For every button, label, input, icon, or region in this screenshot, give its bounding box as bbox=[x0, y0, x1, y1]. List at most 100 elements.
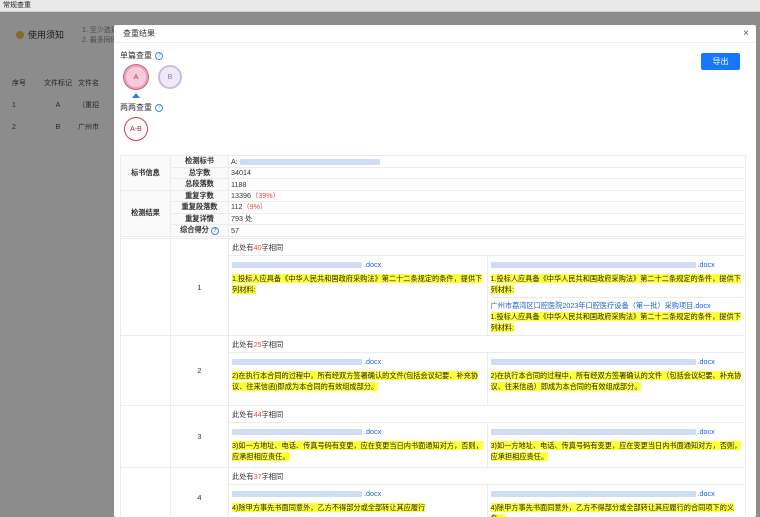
detect-book-key: 检测标书 bbox=[170, 155, 229, 168]
repeat-count: 44 bbox=[253, 410, 262, 419]
table-row: 检测结果 重复字数 13396（39%） bbox=[120, 189, 746, 237]
doc-b-circle[interactable]: B bbox=[158, 65, 182, 89]
repeat-count: 37 bbox=[253, 472, 262, 481]
help-icon[interactable]: ? bbox=[155, 103, 163, 112]
left-filename[interactable]: .docx bbox=[232, 355, 484, 368]
matched-text: 4)除甲方事先书面同意外，乙方不得部分或全部转让其应履行的合同项下的义务。 bbox=[490, 503, 735, 517]
score-key-cell: 综合得分 ? bbox=[170, 224, 229, 237]
left-column: .docx 4)除甲方事先书面同意外，乙方不得部分或全部转让其应履行 bbox=[229, 485, 487, 517]
pair-ab-circle[interactable]: A-B bbox=[124, 117, 148, 141]
score-key: 综合得分 bbox=[180, 225, 209, 235]
table-row: 重复段落数 112（9%） bbox=[121, 201, 746, 214]
total-paras-value: 1188 bbox=[228, 178, 746, 191]
window-title: 常规查重 bbox=[0, 0, 760, 12]
compare-columns: .docx 2)在执行本合同的过程中，所有经双方签署确认的文件(包括会议纪要、补… bbox=[229, 353, 745, 405]
file-ext: .docx bbox=[697, 357, 715, 366]
detect-book-prefix: A: bbox=[231, 156, 238, 166]
blurred-filename bbox=[232, 261, 362, 268]
repeat-words-cell: 13396（39%） bbox=[228, 189, 746, 202]
help-icon[interactable]: ? bbox=[155, 51, 163, 60]
matched-text: 1.投标人应具备《中华人民共和国政府采购法》第二十二条规定的条件，提供下列材料: bbox=[232, 274, 483, 294]
group-cell bbox=[121, 406, 171, 467]
dialog-header: 查重结果 × bbox=[114, 25, 756, 43]
title-prefix: 此处有 bbox=[232, 340, 254, 349]
right-filename[interactable]: .docx bbox=[490, 487, 743, 500]
repeat-detail-key: 重复详情 bbox=[170, 212, 229, 225]
selected-caret-icon bbox=[132, 93, 140, 98]
blurred-filename bbox=[490, 428, 696, 435]
single-check-label: 单篇查重 ? bbox=[120, 50, 163, 61]
group-cell bbox=[121, 336, 171, 405]
compare-columns: .docx 3)如一方地址、电话、传真号码有变更，应在变更当日内书面通知对方，否… bbox=[229, 423, 745, 467]
blurred-filename bbox=[232, 490, 362, 497]
table-row: 总字数 34014 bbox=[121, 166, 746, 179]
right-column: .docx 4)除甲方事先书面同意外，乙方不得部分或全部转让其应履行的合同项下的… bbox=[486, 485, 746, 517]
matched-text: 1.投标人应具备《中华人民共和国政府采购法》第二十二条规定的条件，提供下列材料: bbox=[490, 312, 741, 332]
repeat-count: 40 bbox=[253, 243, 262, 252]
pair-check-text: 两两查重 bbox=[120, 103, 152, 112]
table-row: 总段落数 1188 bbox=[121, 178, 746, 191]
table-row: 重复详情 793 处 bbox=[121, 212, 746, 225]
single-check-text: 单篇查重 bbox=[120, 51, 152, 60]
total-paras-key: 总段落数 bbox=[170, 178, 229, 191]
right-filename[interactable]: .docx bbox=[490, 258, 743, 271]
repeat-body: 此处有37字相同 .docx 4)除甲方事先书面同意外，乙方不得部分或全部转让其… bbox=[229, 468, 745, 517]
right-filename[interactable]: .docx bbox=[490, 425, 743, 438]
table-row: 综合得分 ? 57 bbox=[121, 224, 746, 237]
matched-text: 4)除甲方事先书面同意外，乙方不得部分或全部转让其应履行 bbox=[232, 503, 426, 512]
repeat-paras-cell: 112（9%） bbox=[228, 201, 746, 214]
file-ext: .docx bbox=[364, 357, 382, 366]
left-filename[interactable]: .docx bbox=[232, 487, 484, 500]
title-suffix: 字相同 bbox=[261, 340, 284, 349]
compare-columns: .docx 1.投标人应具备《中华人民共和国政府采购法》第二十二条规定的条件，提… bbox=[229, 256, 745, 335]
left-filename[interactable]: .docx bbox=[232, 425, 484, 438]
right-filename[interactable]: .docx bbox=[490, 355, 743, 368]
list-item: 1 此处有40字相同 .docx 1.投标人应具备《中华人民共和国政府采购法》第… bbox=[120, 238, 746, 336]
repeat-number: 4 bbox=[171, 468, 229, 517]
repeat-paras-value: 112 bbox=[231, 202, 243, 212]
left-filename[interactable]: .docx bbox=[232, 258, 484, 271]
repeat-body: 此处有40字相同 .docx 1.投标人应具备《中华人民共和国政府采购法》第二十… bbox=[229, 239, 745, 335]
repeat-words-key: 重复字数 bbox=[170, 189, 229, 202]
file-ext: .docx bbox=[364, 427, 382, 436]
blurred-filename bbox=[490, 261, 696, 268]
repeat-title: 此处有37字相同 bbox=[229, 468, 745, 485]
repeat-number: 2 bbox=[171, 336, 229, 405]
list-item: 2 此处有25字相同 .docx 2)在执行本合同的过程中，所有经双方签署确认的… bbox=[120, 336, 746, 406]
blurred-filename bbox=[232, 428, 362, 435]
title-suffix: 字相同 bbox=[261, 410, 284, 419]
help-icon[interactable]: ? bbox=[210, 227, 219, 236]
left-column: .docx 2)在执行本合同的过程中，所有经双方签署确认的文件(包括会议纪要、补… bbox=[229, 353, 487, 405]
total-words-value: 34014 bbox=[228, 166, 746, 179]
repeat-words-value: 13396 bbox=[231, 190, 251, 200]
repeat-words-pct: （39%） bbox=[251, 190, 280, 200]
blurred-filename bbox=[232, 358, 362, 365]
blurred-filename bbox=[239, 158, 380, 165]
right-link[interactable]: 广州市荔湾区口腔医院2023年口腔医疗设备（第一批）采购项目.docx bbox=[491, 300, 743, 311]
matched-text: 3)如一方地址、电话、传真号码有变更，应在变更当日内书面通知对方，否则，应承担相… bbox=[490, 441, 742, 461]
right-column: .docx 3)如一方地址、电话、传真号码有变更，应在变更当日内书面通知对方，否… bbox=[486, 423, 746, 467]
compare-columns: .docx 4)除甲方事先书面同意外，乙方不得部分或全部转让其应履行 .docx… bbox=[229, 485, 745, 517]
close-icon[interactable]: × bbox=[743, 28, 749, 39]
repeat-title: 此处有40字相同 bbox=[229, 239, 745, 256]
group-cell bbox=[121, 468, 171, 517]
total-words-key: 总字数 bbox=[170, 166, 229, 179]
repeat-count: 25 bbox=[253, 340, 262, 349]
matched-text: 1.投标人应具备《中华人民共和国政府采购法》第二十二条规定的条件，提供下列材料: bbox=[490, 274, 741, 294]
doc-a-circle[interactable]: A bbox=[124, 65, 148, 89]
group-cell bbox=[121, 239, 171, 335]
matched-text: 3)如一方地址、电话、传真号码有变更，应在变更当日内书面通知对方，否则，应承担相… bbox=[232, 441, 483, 461]
title-suffix: 字相同 bbox=[261, 243, 284, 252]
title-prefix: 此处有 bbox=[232, 410, 254, 419]
repeat-body: 此处有25字相同 .docx 2)在执行本合同的过程中，所有经双方签署确认的文件… bbox=[229, 336, 745, 405]
repeat-body: 此处有44字相同 .docx 3)如一方地址、电话、传真号码有变更，应在变更当日… bbox=[229, 406, 745, 467]
result-label: 检测结果 bbox=[120, 189, 171, 237]
repeat-paras-key: 重复段落数 bbox=[170, 201, 229, 214]
file-ext: .docx bbox=[697, 489, 715, 498]
repeat-title: 此处有25字相同 bbox=[229, 336, 745, 353]
left-column: .docx 1.投标人应具备《中华人民共和国政府采购法》第二十二条规定的条件，提… bbox=[229, 256, 487, 324]
repeat-number: 1 bbox=[171, 239, 229, 335]
detect-book-value: A: bbox=[228, 155, 746, 168]
list-item: 4 此处有37字相同 .docx 4)除甲方事先书面同意外，乙方不得部分或全部转… bbox=[120, 468, 746, 517]
export-button[interactable]: 导出 bbox=[701, 53, 740, 70]
